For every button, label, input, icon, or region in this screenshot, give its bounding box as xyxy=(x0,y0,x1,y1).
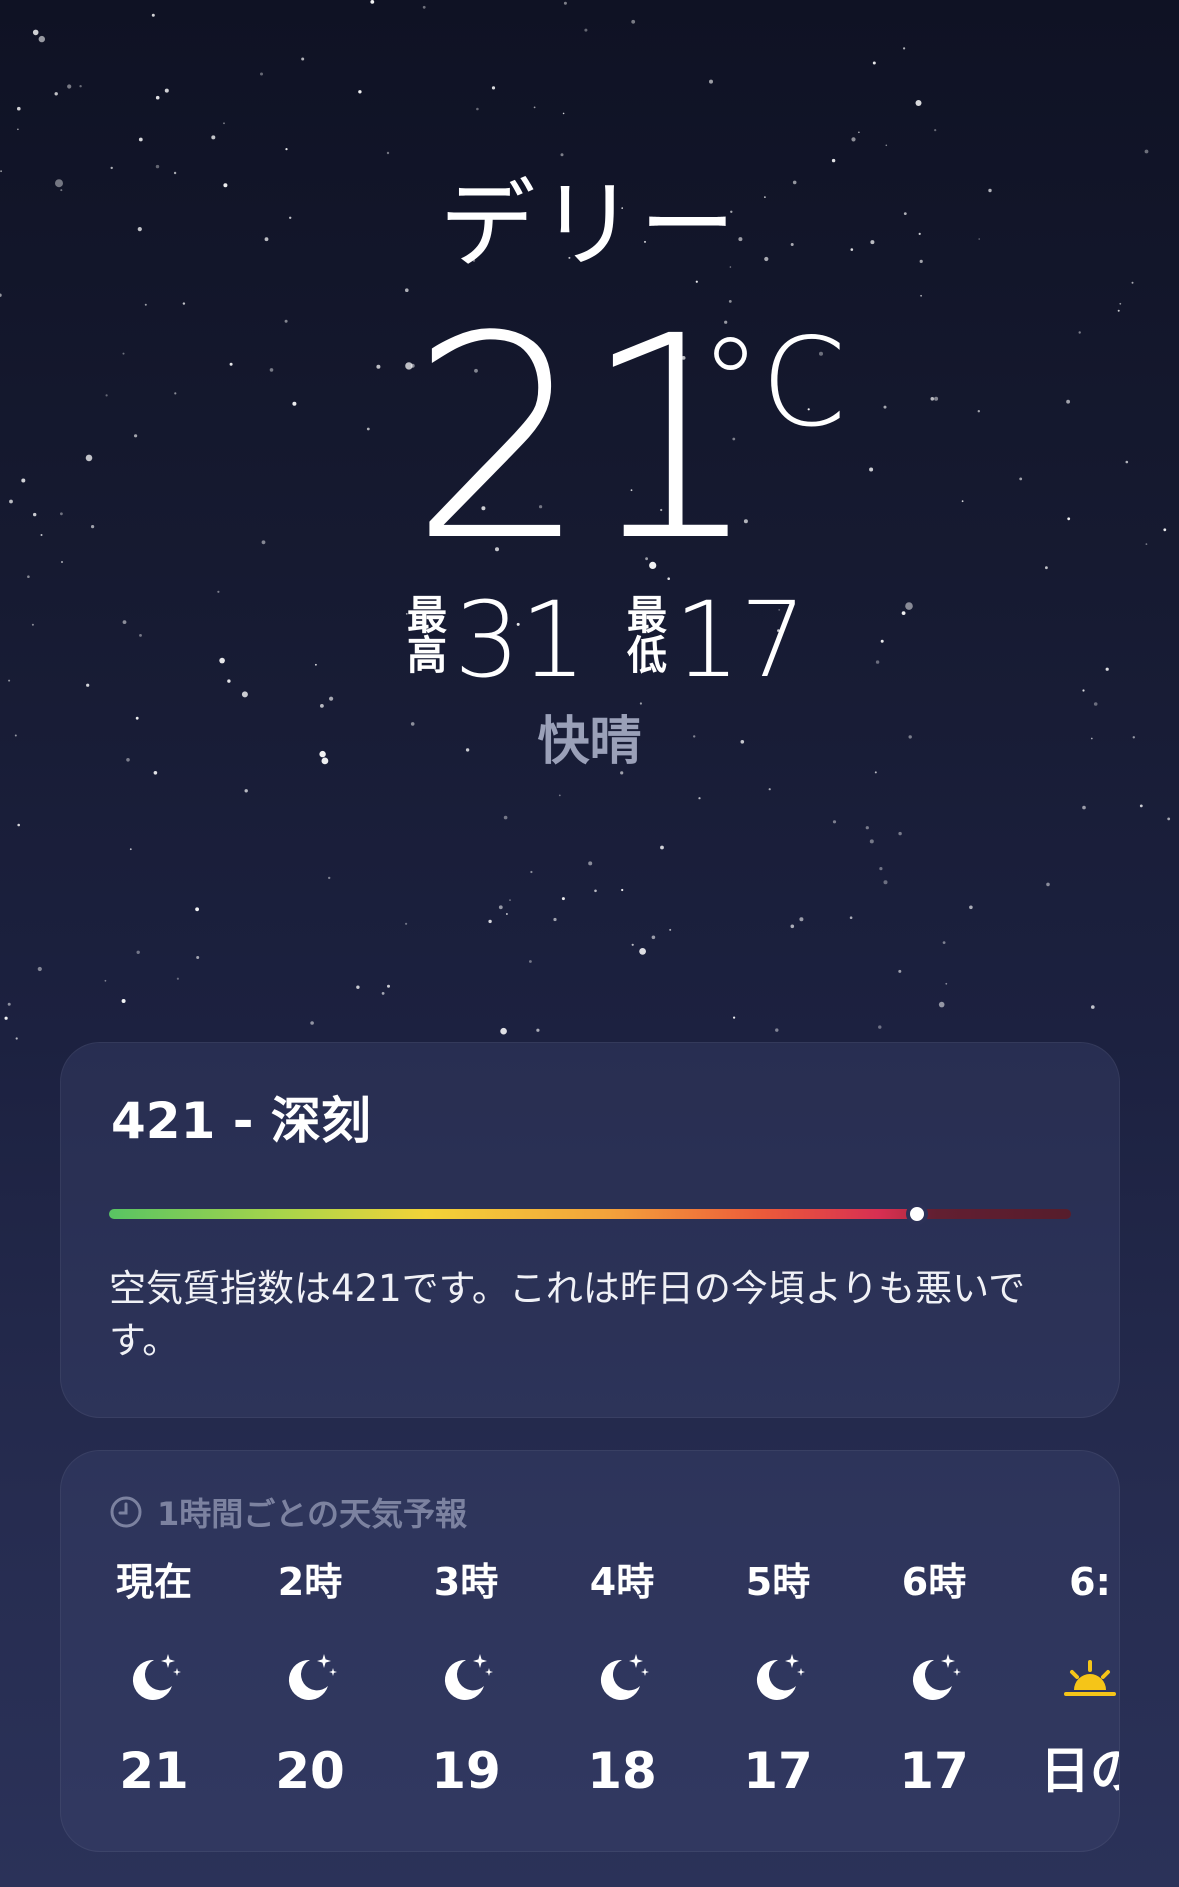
hour-temperature: 日の xyxy=(1040,1742,1119,1800)
hour-label: 6: xyxy=(1069,1560,1111,1604)
hour-label: 6時 xyxy=(901,1560,967,1604)
hourly-forecast-card[interactable]: 1時間ごとの天気予報 現在 21 2時 20 3時 19 4時 18 5時 17 6時 17 6: 日の xyxy=(60,1450,1120,1852)
clock-icon xyxy=(110,1496,142,1528)
city-name: デリー xyxy=(439,169,740,281)
hourly-forecast-item: 6: 日の xyxy=(1030,1551,1119,1841)
hourly-forecast-header: 1時間ごとの天気予報 xyxy=(109,1487,467,1537)
hourly-forecast-list[interactable]: 現在 21 2時 20 3時 19 4時 18 5時 17 6時 17 6: 日の xyxy=(61,1551,1119,1841)
temperature-unit: °C xyxy=(700,312,847,454)
aqi-scale-bar xyxy=(109,1203,1071,1225)
moon-stars-icon xyxy=(124,1646,184,1706)
hourly-forecast-item: 3時 19 xyxy=(406,1551,526,1841)
hour-temperature: 19 xyxy=(431,1742,501,1800)
moon-stars-icon xyxy=(592,1646,652,1706)
hourly-forecast-item: 5時 17 xyxy=(718,1551,838,1841)
hourly-forecast-item: 2時 20 xyxy=(250,1551,370,1841)
hour-temperature: 21 xyxy=(119,1742,189,1800)
hour-label: 5時 xyxy=(745,1560,811,1604)
moon-stars-icon xyxy=(280,1646,340,1706)
weather-condition: 快晴 xyxy=(537,712,642,772)
aqi-title: 421 - 深刻 xyxy=(111,1092,371,1150)
moon-stars-icon xyxy=(436,1646,496,1706)
moon-stars-icon xyxy=(748,1646,808,1706)
high-label: 最高 xyxy=(400,594,446,674)
aqi-scale-remaining xyxy=(923,1209,1071,1219)
low-label: 最低 xyxy=(620,594,666,674)
hourly-forecast-title: 1時間ごとの天気予報 xyxy=(157,1495,467,1533)
hour-label: 2時 xyxy=(277,1560,343,1604)
hour-label: 現在 xyxy=(115,1560,192,1604)
aqi-description: 空気質指数は421です。これは昨日の今頃よりも悪いです。 xyxy=(109,1267,1026,1362)
hourly-forecast-item: 6時 17 xyxy=(874,1551,994,1841)
air-quality-card[interactable]: 421 - 深刻 空気質指数は421です。これは昨日の今頃よりも悪いです。 xyxy=(60,1042,1120,1418)
high-value: 31 xyxy=(454,579,587,701)
hour-label: 4時 xyxy=(589,1560,655,1604)
aqi-scale-marker xyxy=(906,1203,929,1225)
low-value: 17 xyxy=(674,579,807,701)
sunrise-icon xyxy=(1060,1646,1119,1706)
hour-temperature: 17 xyxy=(743,1742,813,1800)
hourly-forecast-item: 4時 18 xyxy=(562,1551,682,1841)
hour-temperature: 20 xyxy=(275,1742,345,1800)
hour-temperature: 17 xyxy=(899,1742,969,1800)
hourly-forecast-item: 現在 21 xyxy=(94,1551,214,1841)
hour-label: 3時 xyxy=(433,1560,499,1604)
moon-stars-icon xyxy=(904,1646,964,1706)
hour-temperature: 18 xyxy=(587,1742,657,1800)
